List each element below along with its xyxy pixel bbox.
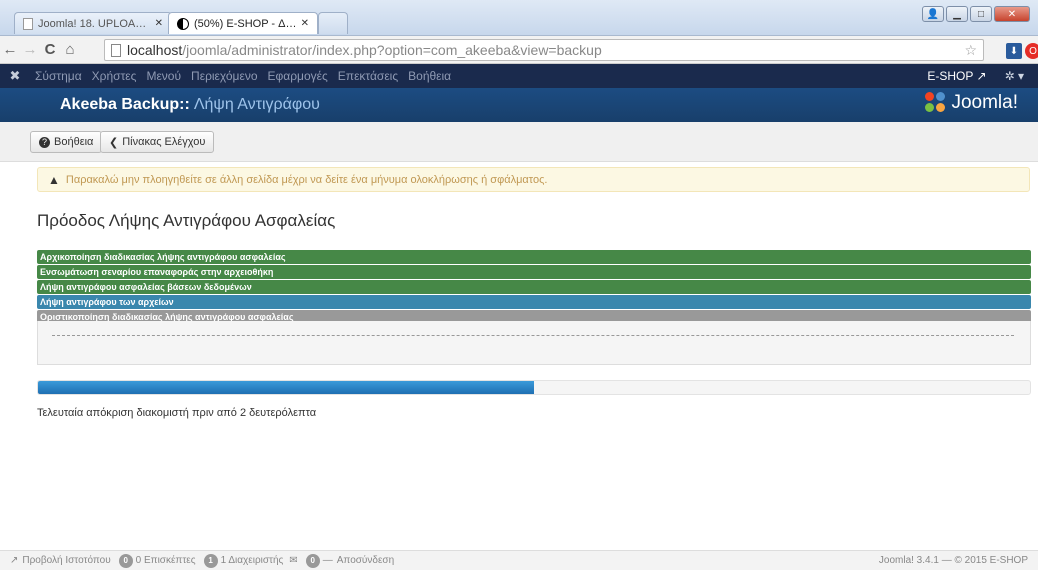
reload-icon[interactable]: C — [40, 41, 60, 58]
url-input[interactable]: localhost/joomla/administrator/index.php… — [104, 39, 984, 61]
toolbar: ? Βοήθεια ❮ Πίνακας Ελέγχου — [0, 122, 1038, 162]
last-response-text: Τελευταία απόκριση διακομιστή πριν από 2… — [37, 407, 317, 419]
control-panel-button[interactable]: ❮ Πίνακας Ελέγχου — [100, 131, 215, 153]
admin-top-menu: ✖ Σύστημα Χρήστες Μενού Περιεχόμενο Εφαρ… — [0, 64, 1038, 88]
backup-progress-heading: Πρόοδος Λήψης Αντιγράφου Ασφαλείας — [37, 211, 336, 230]
extension-download-icon[interactable]: ⬇ — [1006, 43, 1022, 59]
joomla-logo-icon — [925, 92, 947, 114]
visitors-badge: 0 — [118, 553, 133, 568]
back-icon[interactable]: ← — [0, 41, 20, 58]
user-icon[interactable]: 👤 — [922, 6, 944, 22]
minus-icon: — — [322, 555, 333, 566]
forward-icon[interactable]: → — [20, 41, 40, 58]
browser-tab-strip: Joomla! 18. UPLOAD JOOI ✕ (50%) E-SHOP -… — [0, 0, 1038, 36]
tab-title: (50%) E-SHOP - Διαχείρισ — [194, 17, 297, 30]
warning-icon: ▲ — [48, 172, 60, 187]
url-host: localhost — [127, 42, 183, 58]
chevron-left-icon: ❮ — [109, 136, 119, 149]
step-init: Αρχικοποίηση διαδικασίας λήψης αντιγράφο… — [37, 250, 1031, 264]
messages-badge: 0 — [305, 553, 320, 568]
component-name: Akeeba Backup:: — [60, 96, 190, 113]
page-icon — [23, 17, 33, 30]
control-panel-label: Πίνακας Ελέγχου — [122, 136, 206, 148]
address-bar: ← → C ⌂ localhost/joomla/administrator/i… — [0, 36, 1038, 64]
mail-icon: ✉ — [289, 555, 298, 566]
admins-label: 1 Διαχειριστής — [220, 555, 284, 566]
window-controls: 👤 ▁ □ ✕ — [920, 6, 1030, 22]
close-tab-icon[interactable]: ✕ — [151, 18, 163, 29]
maximize-button[interactable]: □ — [970, 6, 992, 22]
joomla-logo-text: Joomla! — [951, 92, 1018, 113]
step-details-box — [37, 321, 1031, 365]
help-button[interactable]: ? Βοήθεια — [30, 131, 103, 153]
site-link[interactable]: E-SHOP ↗ — [927, 69, 986, 83]
menu-item-content[interactable]: Περιεχόμενο — [186, 69, 262, 83]
version-info: Joomla! 3.4.1 — © 2015 E-SHOP — [878, 555, 1028, 566]
top-menu-right: E-SHOP ↗ ✲ ▾ — [927, 69, 1024, 83]
logout-link[interactable]: Αποσύνδεση — [337, 555, 394, 566]
browser-tab-joomla-upload[interactable]: Joomla! 18. UPLOAD JOOI ✕ — [14, 12, 172, 34]
close-tab-icon[interactable]: ✕ — [297, 18, 309, 29]
site-name: E-SHOP — [927, 69, 974, 83]
progress-fill — [38, 381, 534, 394]
extension-opera-icon[interactable]: O — [1025, 43, 1038, 59]
menu-item-extensions[interactable]: Επεκτάσεις — [333, 69, 403, 83]
step-installer: Ενσωμάτωση σεναρίου επαναφοράς στην αρχε… — [37, 265, 1031, 279]
step-database: Λήψη αντιγράφου ασφαλείας βάσεων δεδομέν… — [37, 280, 1031, 294]
step-files: Λήψη αντιγράφου των αρχείων — [37, 295, 1031, 309]
menu-item-components[interactable]: Εφαρμογές — [263, 69, 333, 83]
status-footer: ↗ Προβολή Ιστοτόπου 0 0 Επισκέπτες 1 1 Δ… — [0, 550, 1038, 570]
favicon-icon — [177, 17, 189, 30]
page-subtitle: Λήψη Αντιγράφου — [193, 96, 320, 113]
tab-title: Joomla! 18. UPLOAD JOOI — [38, 17, 151, 30]
menu-item-system[interactable]: Σύστημα — [30, 69, 87, 83]
view-site-link[interactable]: Προβολή Ιστοτόπου — [22, 555, 110, 566]
question-icon: ? — [39, 136, 50, 148]
admins-badge: 1 — [203, 553, 218, 568]
page-header: Akeeba Backup:: Λήψη Αντιγράφου Joomla! — [0, 88, 1038, 122]
backup-steps: Αρχικοποίηση διαδικασίας λήψης αντιγράφο… — [37, 250, 1031, 325]
close-window-button[interactable]: ✕ — [994, 6, 1030, 22]
menu-item-users[interactable]: Χρήστες — [87, 69, 142, 83]
page-icon — [111, 43, 121, 57]
dashed-divider — [52, 335, 1014, 336]
backup-progress-bar — [37, 380, 1031, 395]
browser-tab-eshop[interactable]: (50%) E-SHOP - Διαχείρισ ✕ — [168, 12, 318, 34]
new-tab-button[interactable] — [318, 12, 348, 34]
external-link-icon: ↗ — [10, 555, 19, 566]
gear-icon[interactable]: ✲ ▾ — [1005, 69, 1024, 83]
external-link-icon: ↗ — [976, 69, 987, 83]
minimize-button[interactable]: ▁ — [946, 6, 968, 22]
bookmark-star-icon[interactable]: ☆ — [964, 42, 977, 59]
alert-text: Παρακαλώ μην πλοηγηθείτε σε άλλη σελίδα … — [65, 173, 548, 186]
joomla-icon[interactable]: ✖ — [0, 68, 30, 84]
home-icon[interactable]: ⌂ — [60, 41, 80, 58]
url-path: /joomla/administrator/index.php?option=c… — [182, 42, 602, 58]
help-label: Βοήθεια — [54, 136, 94, 148]
warning-alert: ▲ Παρακαλώ μην πλοηγηθείτε σε άλλη σελίδ… — [37, 167, 1030, 192]
joomla-logo: Joomla! — [925, 92, 1018, 114]
page-title: Akeeba Backup:: Λήψη Αντιγράφου — [60, 96, 320, 114]
menu-item-help[interactable]: Βοήθεια — [403, 69, 456, 83]
menu-item-menus[interactable]: Μενού — [141, 69, 186, 83]
visitors-label: 0 Επισκέπτες — [135, 555, 196, 566]
